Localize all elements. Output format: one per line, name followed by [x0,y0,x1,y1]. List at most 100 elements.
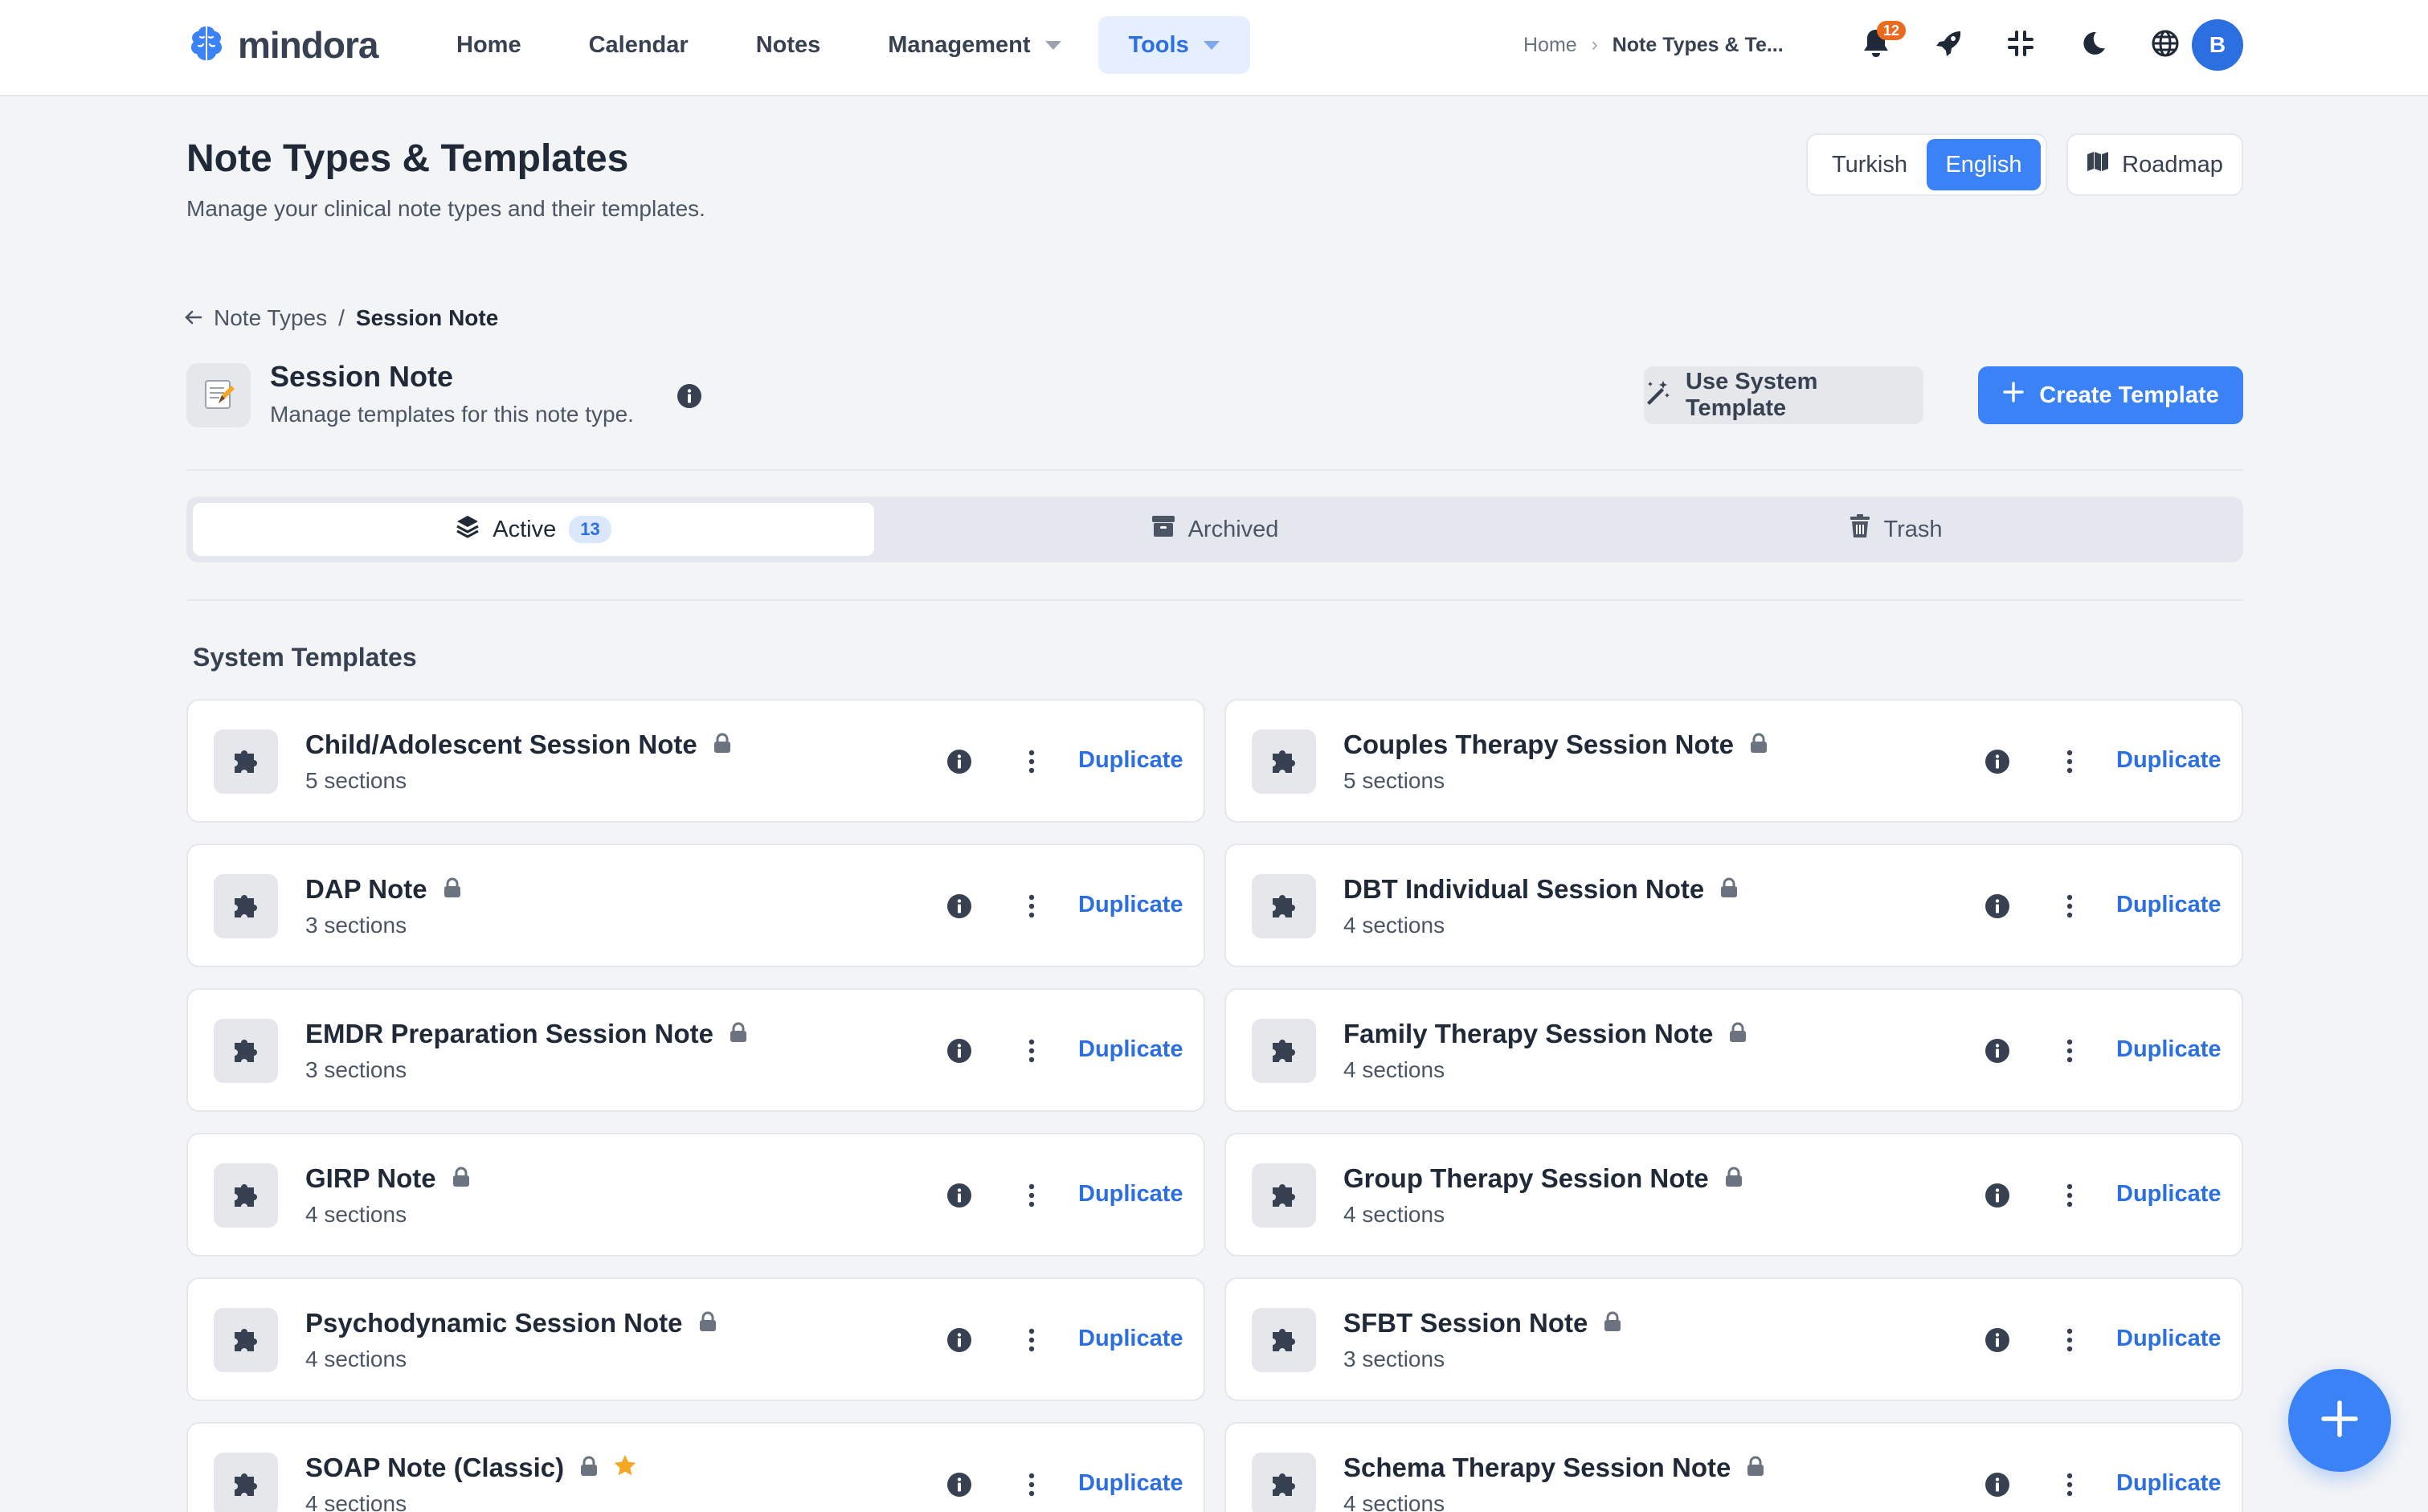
info-icon[interactable] [1985,893,2010,923]
breadcrumb-home[interactable]: Home [1523,34,1577,57]
more-options-button[interactable] [2054,892,2086,924]
more-vertical-icon [1028,1328,1036,1356]
language-button[interactable] [2129,18,2201,72]
nav-home[interactable]: Home [426,16,552,74]
more-options-button[interactable] [1016,1470,1048,1502]
template-card[interactable]: Schema Therapy Session Note 4 sections Dup… [1224,1422,2243,1512]
template-card[interactable]: Couples Therapy Session Note 5 sections Du… [1224,699,2243,823]
info-icon[interactable] [1985,1038,2010,1068]
template-card[interactable]: Child/Adolescent Session Note 5 sections D… [186,699,1205,823]
top-breadcrumb: Home › Note Types & Te... [1523,31,1784,59]
template-section-count: 4 sections [305,1491,407,1512]
language-toggle: Turkish English [1806,133,2047,196]
template-name: Schema Therapy Session Note [1343,1453,1731,1482]
template-card[interactable]: SOAP Note (Classic) 4 sections Duplicate [186,1422,1205,1512]
template-section-count: 3 sections [1343,1346,1445,1371]
template-icon [214,874,278,938]
section-heading-system-templates: System Templates [193,643,417,672]
duplicate-button[interactable]: Duplicate [2116,892,2222,918]
brand-logo[interactable]: mindora [186,21,378,69]
template-section-count: 3 sections [305,1057,407,1082]
duplicate-button[interactable]: Duplicate [1078,1326,1183,1352]
nav-management[interactable]: Management [857,16,1091,74]
nav-home-label: Home [456,31,521,58]
template-card[interactable]: SFBT Session Note 3 sections Duplicate [1224,1277,2243,1401]
template-card[interactable]: EMDR Preparation Session Note 3 sections D… [186,988,1205,1112]
puzzle-icon [230,1467,262,1503]
template-section-count: 4 sections [1343,1202,1445,1227]
lock-icon [1604,1308,1621,1338]
puzzle-icon [1268,889,1300,925]
template-icon [1252,1019,1316,1083]
more-options-button[interactable] [2054,1181,2086,1213]
rocket-button[interactable] [1912,18,1985,72]
star-icon[interactable] [614,1453,636,1483]
use-system-template-button[interactable]: Use System Template [1644,366,1923,424]
tab-active[interactable]: Active 13 [193,503,874,556]
more-options-button[interactable] [1016,892,1048,924]
language-option-english[interactable]: English [1927,139,2041,190]
chevron-down-icon [1044,40,1061,50]
duplicate-button[interactable]: Duplicate [1078,1036,1183,1063]
language-option-turkish[interactable]: Turkish [1813,139,1927,190]
avatar[interactable]: B [2192,19,2243,71]
info-icon[interactable] [1985,1472,2010,1502]
nav-tools[interactable]: Tools [1098,16,1250,74]
template-card[interactable]: DBT Individual Session Note 4 sections Dup… [1224,844,2243,967]
moon-icon [2079,30,2107,61]
info-icon[interactable] [1985,1183,2010,1212]
puzzle-icon [230,1178,262,1214]
plus-icon [2319,1398,2361,1444]
more-options-button[interactable] [2054,1036,2086,1069]
info-icon[interactable] [946,1327,972,1357]
breadcrumb-note-types[interactable]: Note Types [214,305,327,331]
duplicate-button[interactable]: Duplicate [1078,1470,1183,1497]
collapse-button[interactable] [1985,18,2057,72]
more-options-button[interactable] [2054,1326,2086,1358]
template-card[interactable]: Family Therapy Session Note 4 sections Dup… [1224,988,2243,1112]
floating-add-button[interactable] [2288,1369,2391,1472]
more-options-button[interactable] [1016,1181,1048,1213]
duplicate-button[interactable]: Duplicate [1078,892,1183,918]
info-icon[interactable] [676,383,702,413]
duplicate-button[interactable]: Duplicate [2116,1326,2222,1352]
info-icon[interactable] [946,1038,972,1068]
nav-notes[interactable]: Notes [726,16,852,74]
info-icon[interactable] [946,1183,972,1212]
duplicate-button[interactable]: Duplicate [2116,747,2222,774]
template-card[interactable]: GIRP Note 4 sections Duplicate [186,1133,1205,1257]
roadmap-button[interactable]: Roadmap [2066,133,2243,196]
note-type-title: Session Note [270,360,454,393]
puzzle-icon [1268,744,1300,780]
notifications-button[interactable]: 12 [1840,18,1912,72]
nav-calendar[interactable]: Calendar [558,16,719,74]
duplicate-button[interactable]: Duplicate [1078,747,1183,774]
info-icon[interactable] [946,893,972,923]
more-options-button[interactable] [1016,1036,1048,1069]
template-name: Couples Therapy Session Note [1343,729,1734,759]
dark-mode-toggle[interactable] [2057,18,2129,72]
more-options-button[interactable] [2054,747,2086,779]
template-card[interactable]: Psychodynamic Session Note 4 sections Dupl… [186,1277,1205,1401]
more-options-button[interactable] [1016,747,1048,779]
info-icon[interactable] [1985,1327,2010,1357]
info-icon[interactable] [1985,749,2010,778]
duplicate-button[interactable]: Duplicate [2116,1036,2222,1063]
template-card[interactable]: DAP Note 3 sections Duplicate [186,844,1205,967]
create-template-button[interactable]: Create Template [1978,366,2243,424]
page-subtitle: Manage your clinical note types and thei… [186,196,705,221]
tab-trash[interactable]: Trash [1555,503,2237,556]
duplicate-button[interactable]: Duplicate [1078,1181,1183,1208]
more-options-button[interactable] [2054,1470,2086,1502]
tab-archived[interactable]: Archived [874,503,1555,556]
more-options-button[interactable] [1016,1326,1048,1358]
arrow-left-icon[interactable] [185,305,202,331]
info-icon[interactable] [946,749,972,778]
info-icon[interactable] [946,1472,972,1502]
duplicate-button[interactable]: Duplicate [2116,1470,2222,1497]
template-card[interactable]: Group Therapy Session Note 4 sections Dupl… [1224,1133,2243,1257]
duplicate-button[interactable]: Duplicate [2116,1181,2222,1208]
chevron-right-icon: › [1591,34,1598,55]
more-vertical-icon [1028,1039,1036,1067]
lock-icon [713,729,731,760]
